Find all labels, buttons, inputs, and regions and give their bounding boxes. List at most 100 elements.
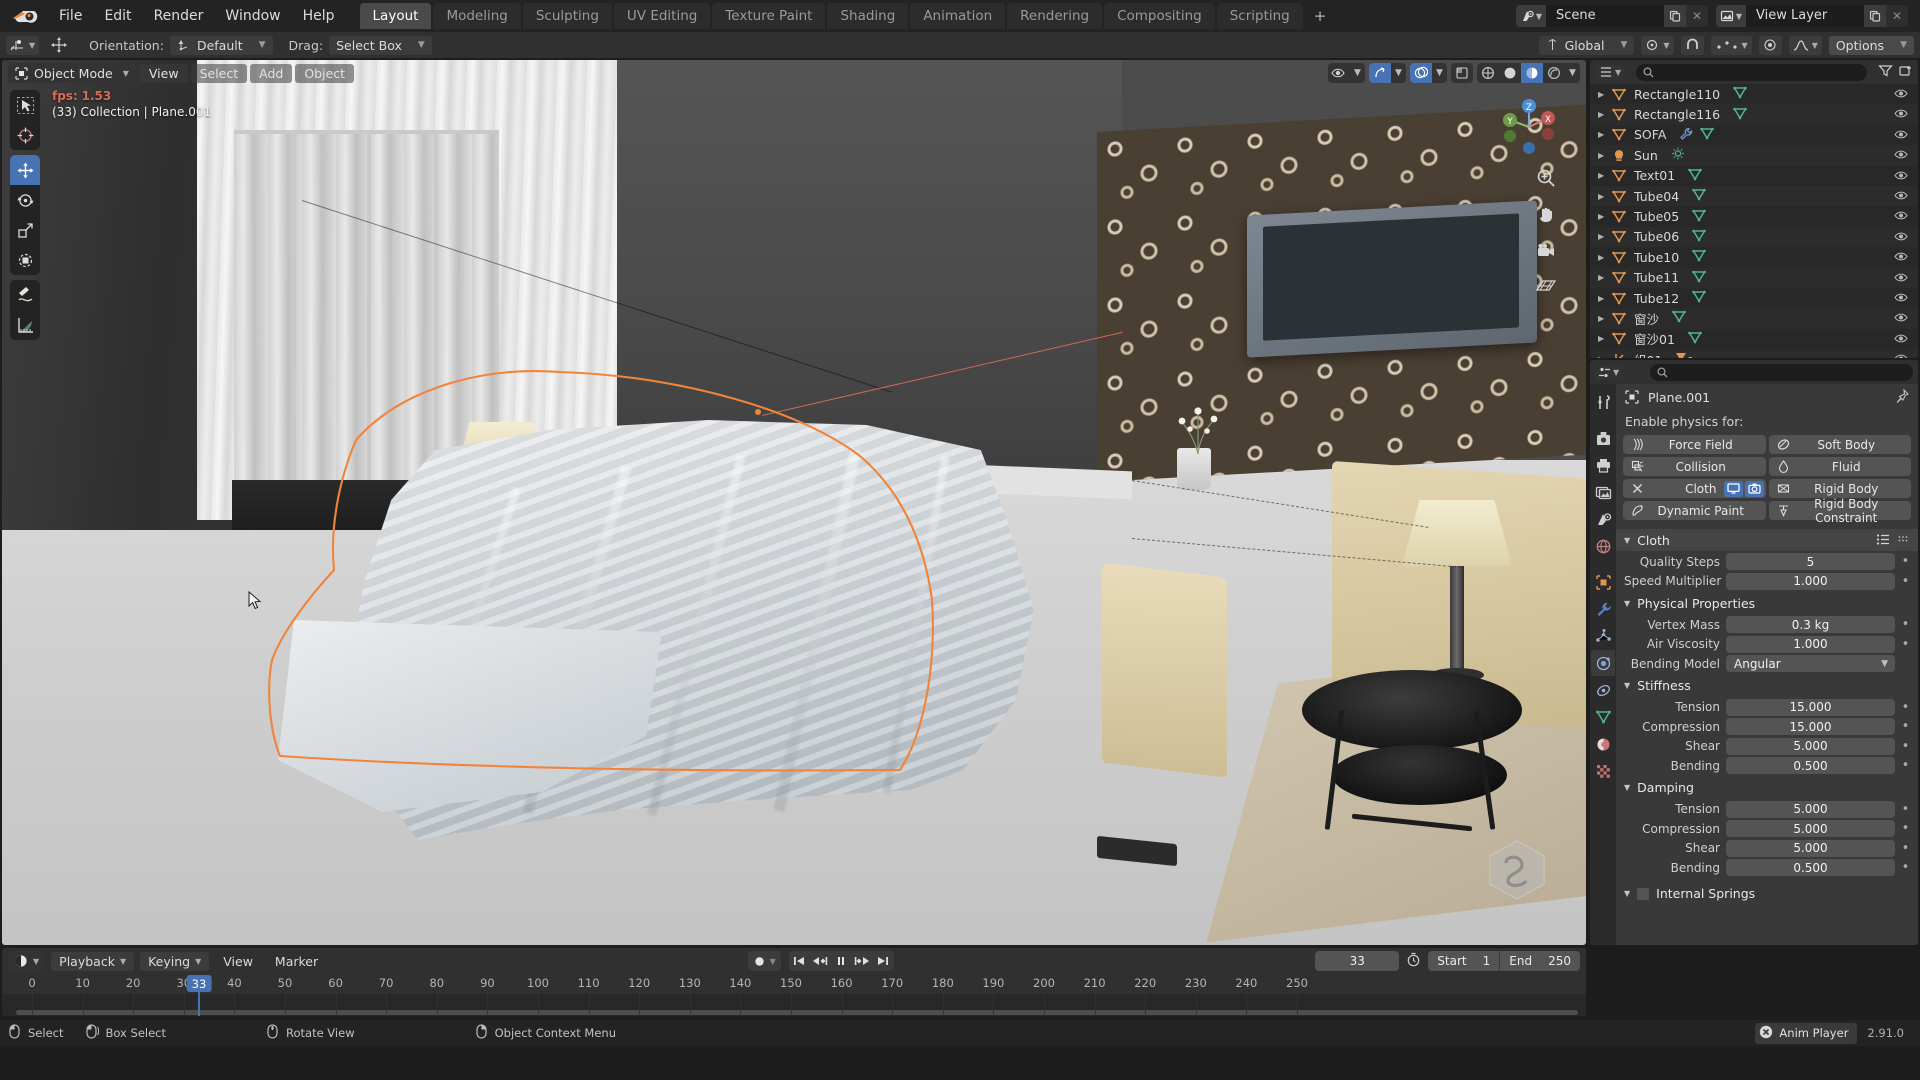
internal-springs-header[interactable]: ▼ Internal Springs [1616, 883, 1918, 905]
expand-triangle-icon[interactable]: ▶ [1598, 130, 1612, 139]
active-tool-icon[interactable]: ▼ [6, 36, 39, 55]
view-layer-name[interactable]: View Layer [1746, 5, 1864, 27]
remove-view-layer-button[interactable]: ✕ [1886, 5, 1908, 27]
damping-fields[interactable]: Tension5.000•Compression5.000•Shear5.000… [1616, 800, 1918, 877]
workspace-tab-compositing[interactable]: Compositing [1104, 3, 1215, 29]
chevron-down-icon[interactable]: ▼ [1565, 63, 1580, 83]
stopwatch-icon[interactable] [1406, 952, 1421, 971]
new-scene-button[interactable] [1664, 5, 1686, 27]
physical-properties-header[interactable]: ▼ Physical Properties [1616, 592, 1918, 614]
overlays-toggle-group[interactable]: ▼ [1410, 63, 1447, 83]
solid-shading-icon[interactable] [1499, 63, 1521, 83]
outliner-row[interactable]: ▶Rectangle110 [1590, 84, 1918, 104]
magnet-icon[interactable] [1681, 36, 1704, 55]
eye-icon[interactable] [1894, 189, 1908, 204]
timeline-scrollbar[interactable] [16, 1010, 1578, 1015]
outliner-editor[interactable]: ▼ ▶Rectangle110▶Rectangle116▶SOFA▶Sun▶Te… [1590, 60, 1918, 358]
eye-icon[interactable] [1894, 148, 1908, 163]
properties-tab-tool[interactable] [1591, 389, 1615, 415]
timeline-ruler[interactable]: 0102030405060708090100110120130140150160… [2, 974, 1586, 994]
physics-button-rigid-body-constraint[interactable]: Rigid Body Constraint [1769, 501, 1912, 520]
filter-icon[interactable] [1878, 64, 1893, 81]
transform-gizmo-icon[interactable] [45, 36, 73, 55]
grid-ortho-icon[interactable] [1536, 277, 1556, 299]
keying-menu[interactable]: Keying ▼ [140, 952, 209, 971]
properties-tab-material[interactable] [1591, 731, 1615, 757]
stiffness-header[interactable]: ▼ Stiffness [1616, 675, 1918, 697]
mesh-data-icon[interactable] [1733, 86, 1747, 102]
property-dropdown[interactable]: Angular▼ [1726, 655, 1895, 672]
property-value-field[interactable]: 15.000 [1726, 699, 1895, 716]
presets-list-icon[interactable] [1876, 533, 1890, 548]
animate-property-dot[interactable]: • [1901, 575, 1910, 588]
properties-tab-particles[interactable] [1591, 623, 1615, 649]
gizmo-icon[interactable] [1369, 63, 1391, 83]
hand-pan-icon[interactable] [1536, 205, 1556, 229]
workspace-tab-modeling[interactable]: Modeling [433, 3, 520, 29]
properties-tab-render[interactable] [1591, 425, 1615, 451]
options-dropdown[interactable]: Options ▼ [1829, 36, 1914, 55]
expand-triangle-icon[interactable]: ▶ [1598, 192, 1612, 201]
outliner-row[interactable]: ▶窗沙01 [1590, 329, 1918, 349]
menu-help[interactable]: Help [292, 5, 346, 27]
current-frame-field[interactable]: 33 [1315, 951, 1399, 971]
outliner-row[interactable]: ▶Tube04 [1590, 186, 1918, 206]
visibility-icon[interactable] [1328, 63, 1350, 83]
damping-header[interactable]: ▼ Damping [1616, 777, 1918, 799]
outliner-row[interactable]: ▶Rectangle116 [1590, 104, 1918, 124]
physics-button-fluid[interactable]: Fluid [1769, 457, 1912, 476]
menu-window[interactable]: Window [214, 5, 291, 27]
outliner-row[interactable]: ▶窗沙 [1590, 308, 1918, 328]
properties-editor[interactable]: ▼ Plane.001 Enable physics for: Force Fi… [1590, 360, 1918, 945]
expand-triangle-icon[interactable]: ▶ [1598, 253, 1612, 262]
rotate-icon[interactable] [10, 185, 40, 215]
eye-icon[interactable] [1894, 332, 1908, 347]
expand-triangle-icon[interactable]: ▶ [1598, 171, 1612, 180]
expand-triangle-icon[interactable]: ▶ [1598, 90, 1612, 99]
view-layer-selector[interactable]: ▼ View Layer ✕ [1716, 5, 1908, 27]
pivot-point-button[interactable]: ▼ [1641, 36, 1673, 55]
eye-icon[interactable] [1894, 87, 1908, 102]
timeline-editor-icon[interactable]: ▼ [8, 951, 45, 971]
auto-keying-toggle[interactable]: ▼ [748, 951, 781, 971]
scene-name[interactable]: Scene [1546, 5, 1664, 27]
eye-icon[interactable] [1894, 209, 1908, 224]
new-view-layer-button[interactable] [1864, 5, 1886, 27]
animate-property-dot[interactable]: • [1901, 822, 1910, 835]
property-value-field[interactable]: 1.000 [1726, 636, 1895, 653]
pin-icon[interactable] [1895, 389, 1909, 406]
properties-tab-world[interactable] [1591, 533, 1615, 559]
animate-property-dot[interactable]: • [1901, 555, 1910, 568]
properties-content[interactable]: Plane.001 Enable physics for: Force Fiel… [1616, 384, 1918, 945]
end-frame-field[interactable]: End 250 [1500, 951, 1580, 971]
3d-cursor-icon[interactable] [10, 120, 40, 150]
workspace-tab-texture-paint[interactable]: Texture Paint [712, 3, 825, 29]
outliner-tree[interactable]: ▶Rectangle110▶Rectangle116▶SOFA▶Sun▶Text… [1590, 84, 1918, 358]
outliner-row[interactable]: ▶组012 [1590, 349, 1918, 358]
mesh-data-icon[interactable] [1692, 188, 1706, 204]
material-preview-shading-icon[interactable] [1521, 63, 1543, 83]
expand-triangle-icon[interactable]: ▶ [1598, 151, 1612, 160]
outliner-row[interactable]: ▶Sun [1590, 145, 1918, 165]
workspace-tab-rendering[interactable]: Rendering [1007, 3, 1102, 29]
timeline-view-menu[interactable]: View [215, 952, 261, 971]
eye-icon[interactable] [1894, 311, 1908, 326]
expand-triangle-icon[interactable]: ▶ [1598, 314, 1612, 323]
snap-target-dropdown[interactable]: ▼ [1711, 36, 1752, 55]
properties-editor-icon[interactable]: ▼ [1595, 365, 1622, 380]
ruler-icon[interactable] [10, 310, 40, 340]
eye-icon[interactable] [1894, 291, 1908, 306]
timeline-editor[interactable]: ▼ Playback ▼ Keying ▼ View Marker ▼ [2, 948, 1586, 1016]
properties-tab-object-data[interactable] [1591, 704, 1615, 730]
pause-icon[interactable] [831, 951, 852, 971]
expand-triangle-icon[interactable]: ▶ [1598, 232, 1612, 241]
physics-buttons-grid[interactable]: Force FieldSoft BodyCollisionFluidClothR… [1616, 435, 1918, 527]
3d-viewport[interactable]: Object Mode ▼ ViewSelectAddObject ▼ ▼ [2, 60, 1586, 945]
animate-property-dot[interactable]: • [1901, 720, 1910, 733]
mesh-data-icon[interactable] [1692, 249, 1706, 265]
property-value-field[interactable]: 5.000 [1726, 738, 1895, 755]
expand-triangle-icon[interactable]: ▶ [1598, 212, 1612, 221]
animate-property-dot[interactable]: • [1901, 842, 1910, 855]
animate-property-dot[interactable]: • [1901, 740, 1910, 753]
new-collection-icon[interactable] [1898, 64, 1913, 81]
